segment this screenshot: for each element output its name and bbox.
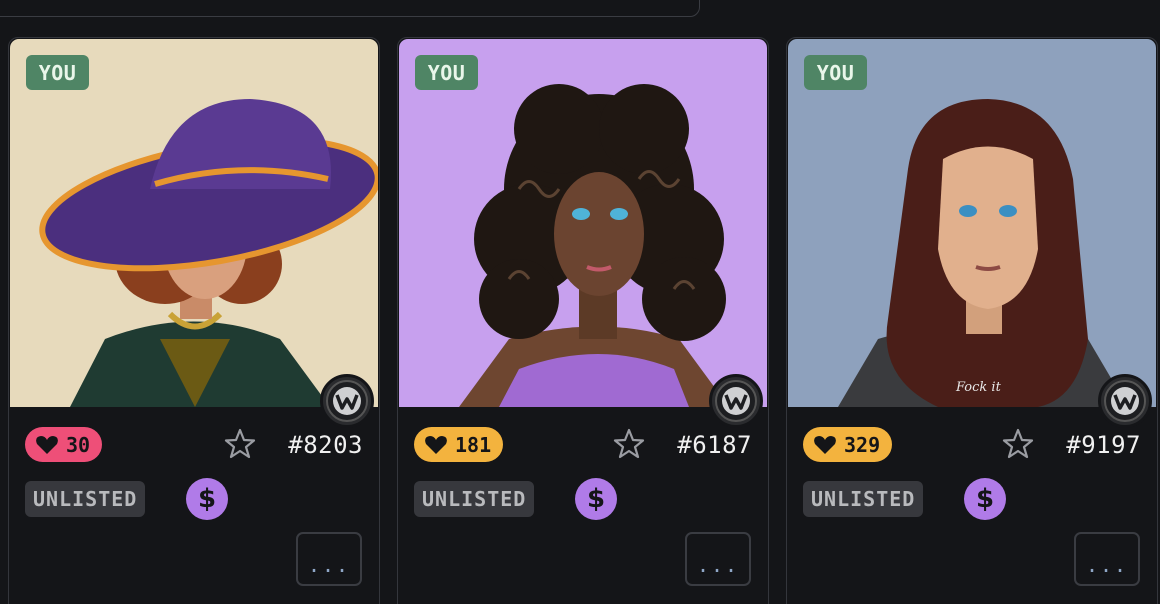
nft-artwork[interactable]: Fock it YOU bbox=[788, 39, 1156, 407]
owner-badge: YOU bbox=[415, 55, 478, 90]
more-options-button[interactable]: ... bbox=[685, 532, 751, 586]
portrait-woman-long-hair-hoodie: Fock it bbox=[788, 39, 1156, 407]
likes-count: 329 bbox=[844, 432, 881, 457]
star-icon[interactable] bbox=[1001, 427, 1035, 461]
star-icon[interactable] bbox=[223, 427, 257, 461]
dollar-icon[interactable]: $ bbox=[964, 478, 1006, 520]
token-id: #9197 bbox=[1066, 431, 1141, 459]
heart-icon bbox=[36, 435, 58, 454]
more-options-button[interactable]: ... bbox=[1074, 532, 1140, 586]
w-logo-icon bbox=[320, 374, 374, 428]
owner-badge: YOU bbox=[26, 55, 89, 90]
dollar-icon[interactable]: $ bbox=[575, 478, 617, 520]
heart-icon bbox=[814, 435, 836, 454]
w-logo-icon bbox=[709, 374, 763, 428]
likes-pill[interactable]: 329 bbox=[803, 427, 893, 462]
status-badge: UNLISTED bbox=[803, 481, 924, 517]
likes-pill[interactable]: 30 bbox=[25, 427, 103, 462]
hoodie-text: Fock it bbox=[955, 380, 1002, 395]
nft-card-1[interactable]: YOU 30 #8203 UNLISTED $ ... bbox=[8, 37, 380, 604]
dollar-icon[interactable]: $ bbox=[186, 478, 228, 520]
owner-badge: YOU bbox=[804, 55, 867, 90]
likes-count: 30 bbox=[66, 432, 91, 457]
nft-card-3[interactable]: Fock it YOU 329 #9197 UNLISTED $ ... bbox=[786, 37, 1158, 604]
status-badge: UNLISTED bbox=[414, 481, 535, 517]
likes-pill[interactable]: 181 bbox=[414, 427, 504, 462]
portrait-woman-curly-hair bbox=[399, 39, 767, 407]
nft-artwork[interactable]: YOU bbox=[10, 39, 378, 407]
portrait-woman-purple-hat bbox=[10, 39, 378, 407]
nft-artwork[interactable]: YOU bbox=[399, 39, 767, 407]
status-badge: UNLISTED bbox=[25, 481, 146, 517]
likes-count: 181 bbox=[455, 432, 492, 457]
search-bar-frame[interactable] bbox=[0, 0, 700, 17]
nft-card-2[interactable]: YOU 181 #6187 UNLISTED $ ... bbox=[397, 37, 769, 604]
w-logo-icon bbox=[1098, 374, 1152, 428]
token-id: #6187 bbox=[677, 431, 752, 459]
token-id: #8203 bbox=[288, 431, 363, 459]
heart-icon bbox=[425, 435, 447, 454]
more-options-button[interactable]: ... bbox=[296, 532, 362, 586]
star-icon[interactable] bbox=[612, 427, 646, 461]
